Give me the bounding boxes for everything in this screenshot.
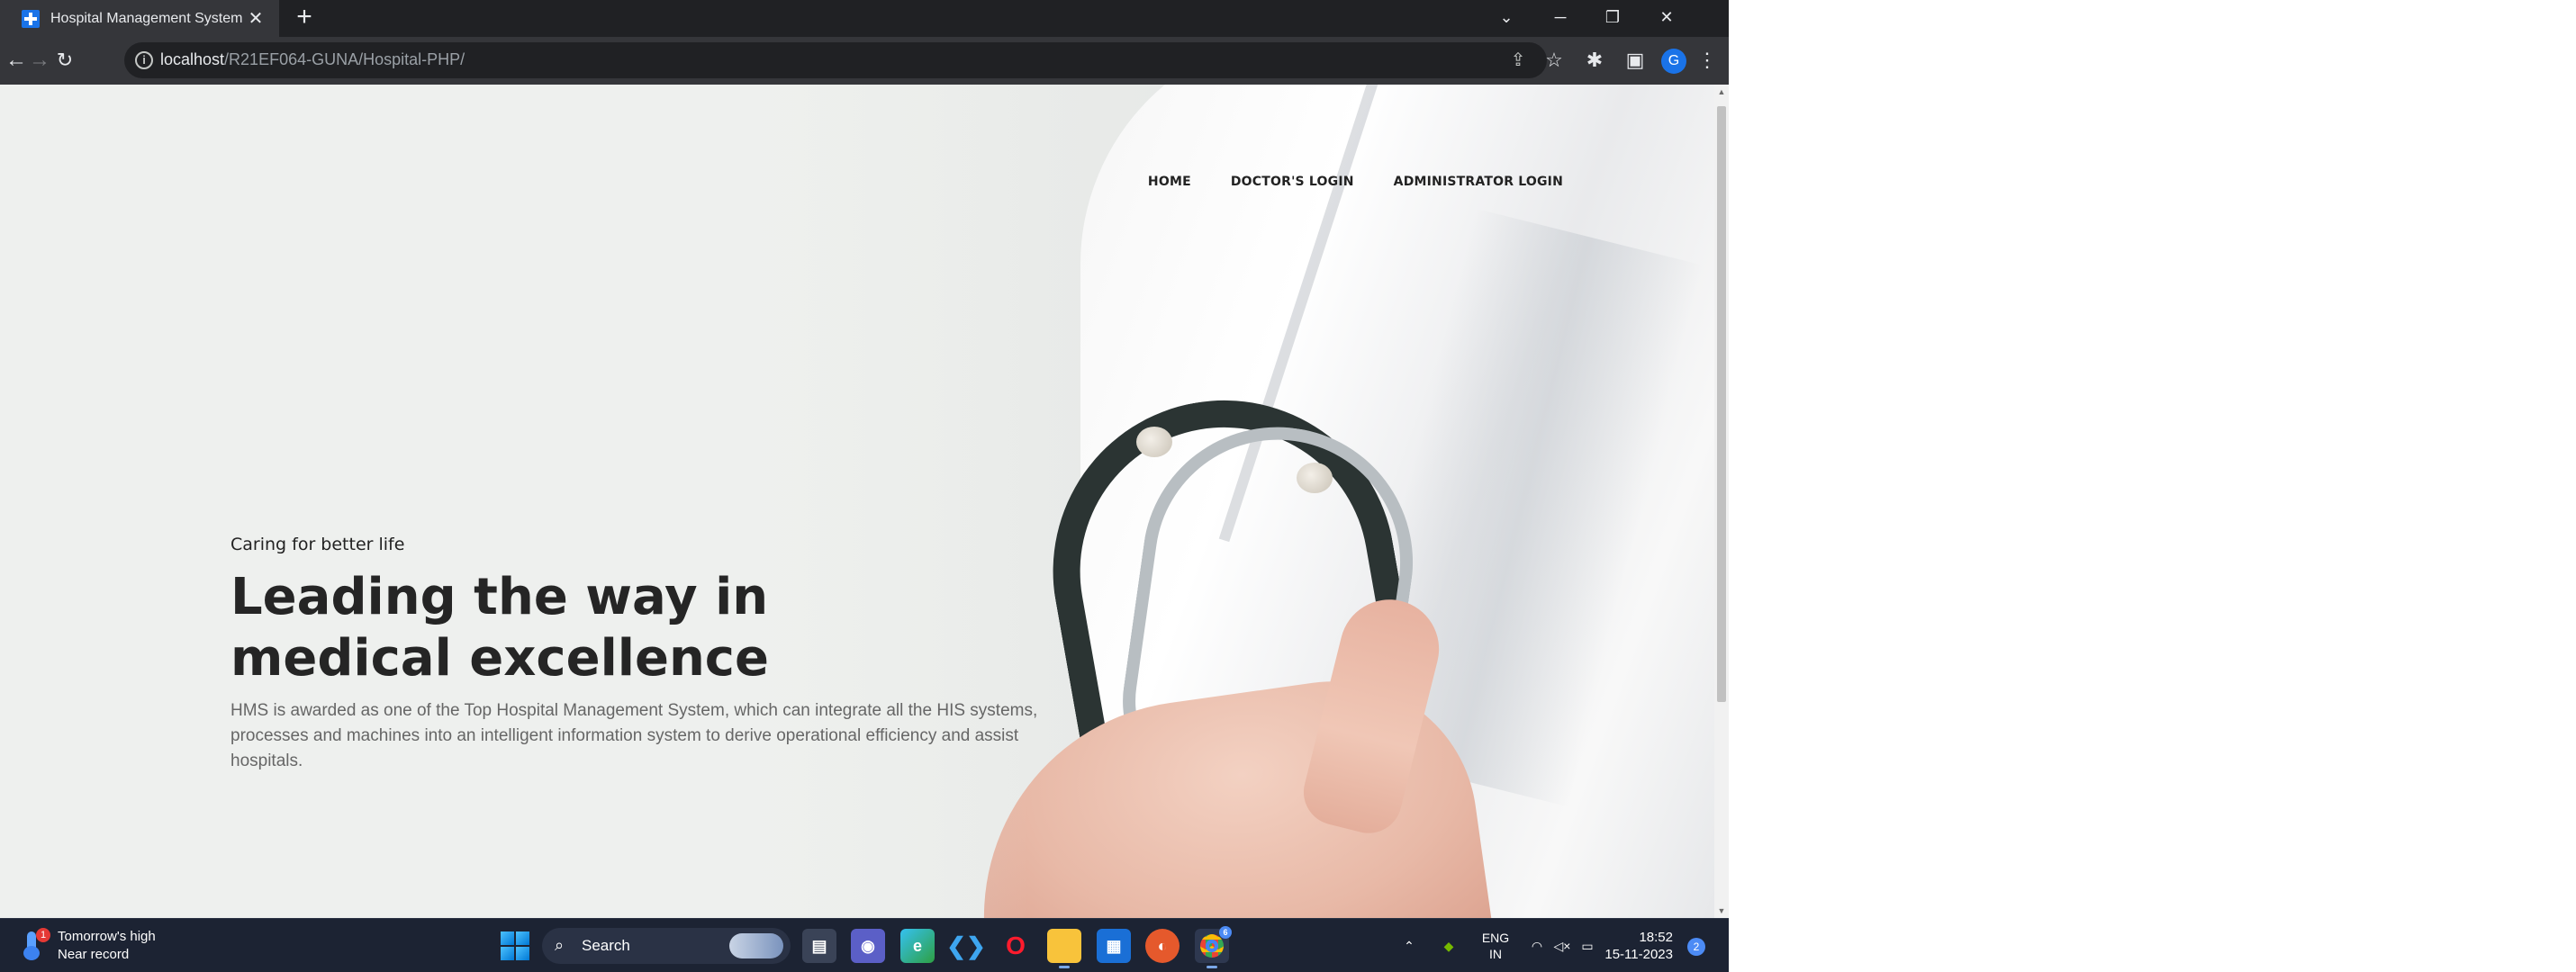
- address-bar[interactable]: i localhost/R21EF064-GUNA/Hospital-PHP/ …: [124, 42, 1547, 78]
- browser-titlebar: Hospital Management System ✕ + ⌄ ─ ❐ ✕: [0, 0, 1729, 37]
- clock-date: 15-11-2023: [1604, 947, 1673, 962]
- close-tab-icon[interactable]: ✕: [243, 7, 268, 30]
- url-text[interactable]: localhost/R21EF064-GUNA/Hospital-PHP/: [160, 50, 465, 69]
- weather-badge: 1: [36, 928, 50, 942]
- system-clock[interactable]: 18:52 15-11-2023: [1603, 929, 1673, 963]
- windows-taskbar: 1 Tomorrow's high Near record ⌕ Search ▤…: [0, 918, 1729, 972]
- browser-tab[interactable]: Hospital Management System ✕: [0, 0, 279, 37]
- tab-search-chevron-icon[interactable]: ⌄: [1480, 0, 1532, 37]
- nvidia-icon[interactable]: ◆: [1435, 919, 1462, 972]
- weather-line-2: Near record: [58, 947, 130, 962]
- tab-title: Hospital Management System: [50, 10, 243, 26]
- search-icon: ⌕: [555, 936, 565, 954]
- minimize-button[interactable]: ─: [1534, 0, 1586, 37]
- nav-administrator-login-link[interactable]: ADMINISTRATOR LOGIN: [1394, 175, 1563, 189]
- scroll-up-arrow-icon[interactable]: ▲: [1714, 85, 1729, 99]
- new-tab-button[interactable]: +: [290, 4, 319, 32]
- desktop-screen: Hospital Management System ✕ + ⌄ ─ ❐ ✕ ←…: [0, 0, 1729, 972]
- microsoft-store-icon[interactable]: ▦: [1097, 929, 1131, 963]
- chrome-window-count: 6: [1219, 926, 1232, 939]
- volume-muted-icon[interactable]: ◁×: [1550, 919, 1574, 972]
- share-icon[interactable]: ⇪: [1505, 48, 1531, 73]
- show-hidden-icons-chevron-icon[interactable]: ⌃: [1396, 919, 1423, 972]
- language-line-1: ENG: [1481, 931, 1510, 945]
- hero-description: HMS is awarded as one of the Top Hospita…: [230, 701, 1038, 770]
- search-highlight-image: [729, 933, 783, 958]
- task-view-icon[interactable]: ▤: [802, 929, 836, 963]
- profile-avatar[interactable]: G: [1661, 49, 1686, 74]
- brave-duckduckgo-icon[interactable]: ◐: [1145, 929, 1180, 963]
- reload-icon[interactable]: ↻: [49, 44, 81, 76]
- scroll-thumb[interactable]: [1717, 106, 1726, 702]
- menu-kebab-icon[interactable]: ⋮: [1693, 46, 1722, 75]
- extensions-puzzle-icon[interactable]: ✱: [1580, 46, 1609, 75]
- clock-time: 18:52: [1639, 930, 1673, 945]
- site-navigation: HOME DOCTOR'S LOGIN ADMINISTRATOR LOGIN: [1148, 175, 1563, 189]
- windows-start-icon[interactable]: [501, 932, 529, 960]
- bookmark-star-icon[interactable]: ☆: [1540, 46, 1568, 75]
- weather-line-1: Tomorrow's high: [58, 929, 156, 944]
- vscode-icon[interactable]: ❮❯: [946, 929, 986, 963]
- page-scrollbar[interactable]: ▲ ▼: [1714, 85, 1729, 918]
- teams-chat-icon[interactable]: ◉: [851, 929, 885, 963]
- nav-home-link[interactable]: HOME: [1148, 175, 1191, 189]
- nav-doctors-login-link[interactable]: DOCTOR'S LOGIN: [1231, 175, 1354, 189]
- close-window-button[interactable]: ✕: [1641, 0, 1693, 37]
- file-explorer-icon[interactable]: [1047, 929, 1081, 968]
- taskbar-search[interactable]: ⌕ Search: [542, 928, 791, 964]
- restore-button[interactable]: ❐: [1586, 0, 1639, 37]
- wifi-icon[interactable]: ◠: [1525, 919, 1549, 972]
- opera-browser-icon[interactable]: O: [999, 929, 1033, 963]
- search-label: Search: [582, 937, 630, 954]
- scroll-down-arrow-icon[interactable]: ▼: [1714, 904, 1729, 918]
- hospital-cross-icon: [22, 9, 40, 28]
- weather-thermometer-icon[interactable]: 1: [23, 928, 50, 960]
- hero-tagline: Caring for better life: [230, 535, 405, 554]
- browser-toolbar: ← → ↻ i localhost/R21EF064-GUNA/Hospital…: [0, 37, 1729, 85]
- hero-headline: Leading the way in medical excellence: [230, 568, 769, 688]
- notification-count-badge[interactable]: 2: [1687, 938, 1705, 956]
- weather-widget[interactable]: Tomorrow's high Near record: [58, 928, 156, 964]
- hero-section: Caring for better life Leading the way i…: [230, 535, 1041, 774]
- language-indicator[interactable]: ENG IN: [1473, 930, 1518, 966]
- site-info-icon[interactable]: i: [135, 51, 153, 69]
- language-line-2: IN: [1489, 947, 1502, 961]
- edge-browser-icon[interactable]: e: [900, 929, 935, 963]
- side-panel-icon[interactable]: ▣: [1621, 46, 1650, 75]
- page-viewport: HOME DOCTOR'S LOGIN ADMINISTRATOR LOGIN …: [0, 85, 1714, 918]
- battery-icon[interactable]: ▭: [1576, 919, 1599, 972]
- chrome-browser-icon[interactable]: 6: [1195, 926, 1232, 968]
